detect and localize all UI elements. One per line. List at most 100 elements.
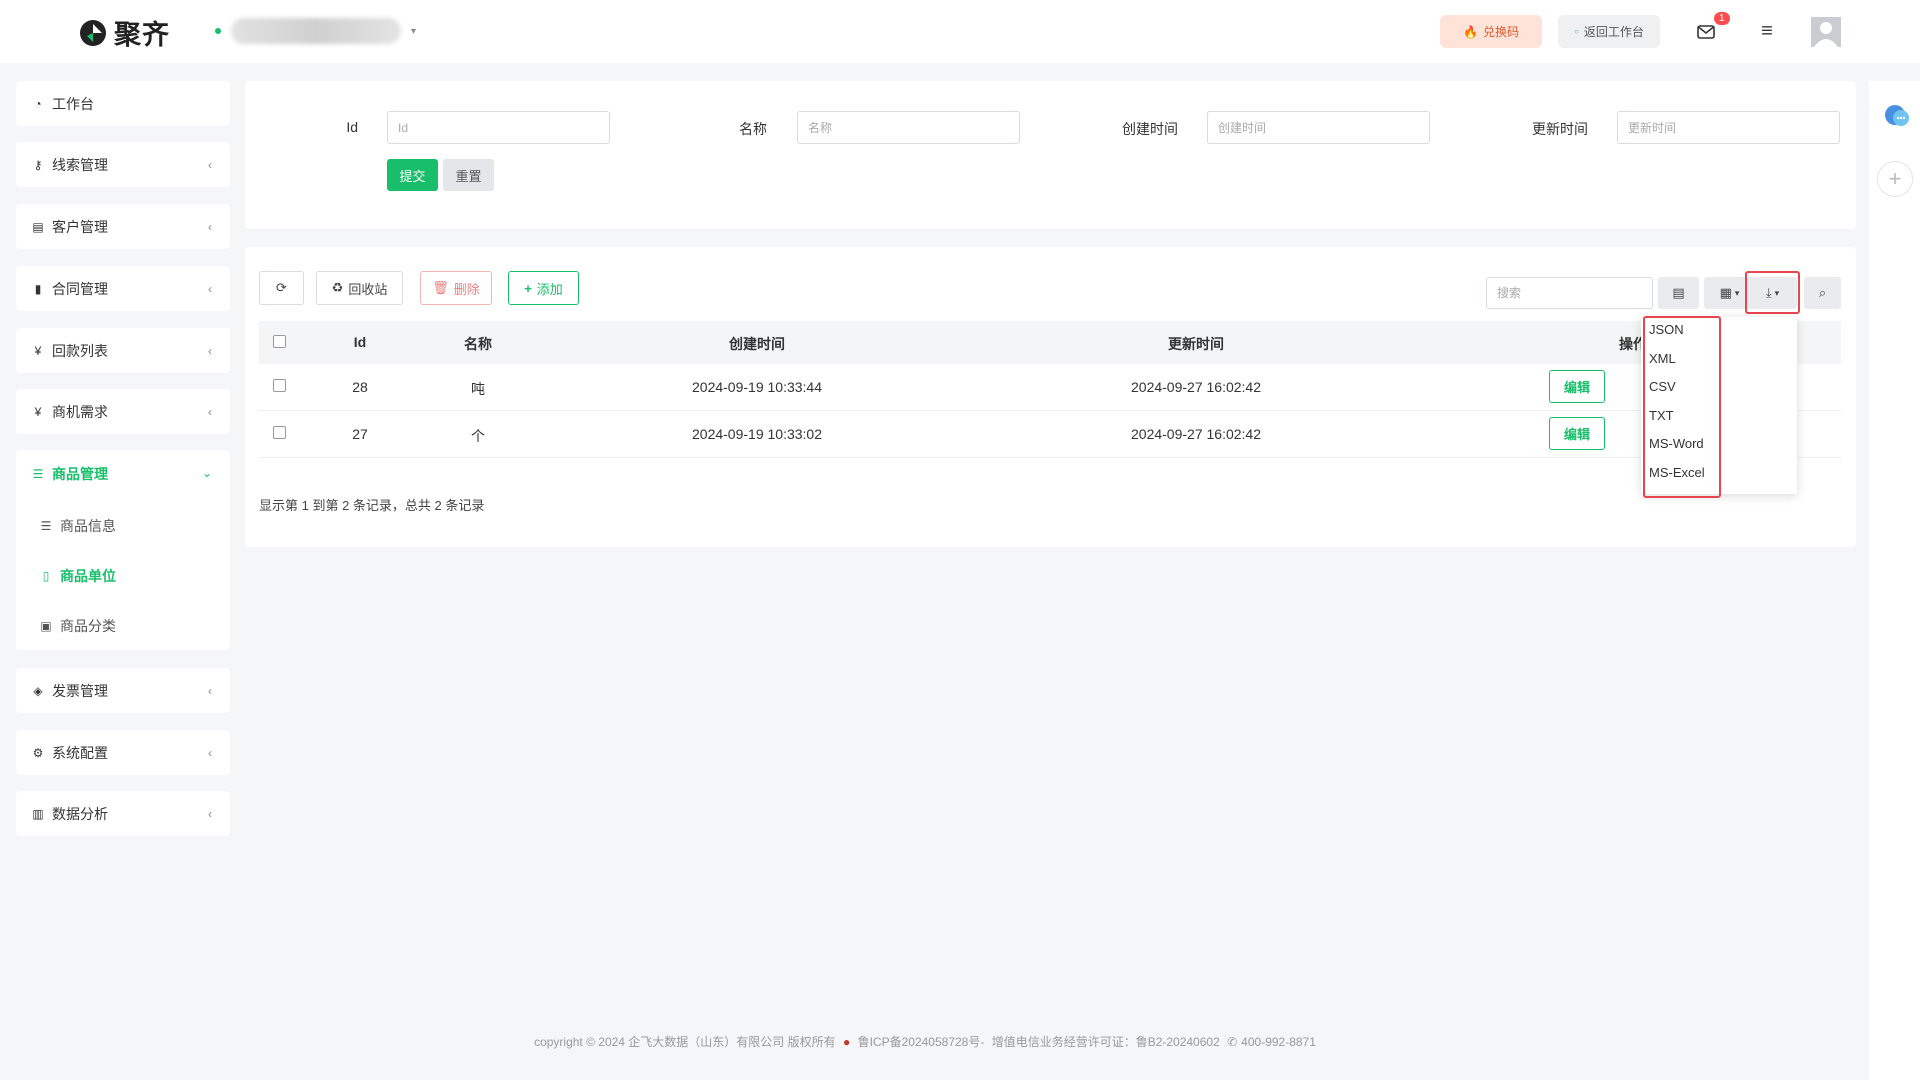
filter-id-input[interactable] [387, 111, 610, 144]
plus-icon: + [524, 280, 532, 296]
sidebar-item-analytics[interactable]: ▥ 数据分析 ‹ [16, 791, 230, 836]
submit-button[interactable]: 提交 [387, 159, 438, 191]
cell-id: 27 [352, 426, 368, 442]
sidebar-subitem-product-info[interactable]: ☰ 商品信息 [38, 516, 116, 536]
export-button[interactable]: ⤓ ▾ [1748, 277, 1797, 309]
top-header: 聚齐 ▾ 🔥 兑换码 ○ 返回工作台 1 ≡ [0, 0, 1920, 63]
edit-button[interactable]: 编辑 [1549, 370, 1605, 403]
chevron-left-icon: ‹ [208, 806, 212, 821]
export-option-json[interactable]: JSON [1649, 322, 1684, 337]
cell-id: 28 [352, 379, 368, 395]
mail-icon [1697, 24, 1715, 39]
delete-button[interactable]: 🗑 删除 [420, 271, 492, 305]
filter-updated-input[interactable] [1617, 111, 1840, 144]
dot-icon: ○ [1574, 27, 1579, 36]
chevron-left-icon: ‹ [208, 219, 212, 234]
sidebar-item-payments[interactable]: ¥ 回款列表 ‹ [16, 328, 230, 373]
bookmark-icon: ▮ [34, 281, 42, 296]
sidebar-item-label: 发票管理 [52, 682, 108, 699]
sidebar-item-opportunities[interactable]: ¥ 商机需求 ‹ [16, 389, 230, 434]
phone-icon: ✆ [1227, 1035, 1238, 1049]
row-checkbox[interactable] [273, 426, 286, 439]
column-header-name[interactable]: 名称 [464, 334, 492, 354]
add-widget-button[interactable]: + [1877, 161, 1913, 197]
refresh-button[interactable]: ⟳ [259, 271, 304, 305]
page-footer: copyright © 2024 企飞大数据（山东）有限公司 版权所有 ● 鲁I… [0, 1033, 1850, 1050]
sidebar-item-label: 线索管理 [52, 156, 108, 173]
list-icon: ☰ [40, 519, 52, 533]
sidebar-subitem-product-unit[interactable]: ▯ 商品单位 [38, 566, 116, 586]
column-header-created[interactable]: 创建时间 [729, 334, 785, 354]
police-badge-icon: ● [843, 1035, 851, 1049]
sidebar-item-contracts[interactable]: ▮ 合同管理 ‹ [16, 266, 230, 311]
chevron-left-icon: ‹ [208, 745, 212, 760]
chat-icon[interactable] [1883, 104, 1911, 128]
column-header-updated[interactable]: 更新时间 [1168, 334, 1224, 354]
workspace-selector[interactable]: ▾ [215, 18, 416, 44]
advanced-search-button[interactable]: ⌕ [1804, 277, 1841, 309]
document-icon: ▯ [42, 569, 50, 583]
sidebar-subitem-label: 商品分类 [60, 618, 116, 634]
list-view-icon: ▤ [1672, 285, 1685, 300]
refresh-icon: ⟳ [276, 280, 287, 295]
cell-updated: 2024-09-27 16:02:42 [1131, 426, 1261, 442]
sidebar-item-leads[interactable]: ⚷ 线索管理 ‹ [16, 142, 230, 187]
list-icon: ☰ [32, 467, 44, 481]
chevron-left-icon: ‹ [208, 683, 212, 698]
recycle-bin-button[interactable]: ♻ 回收站 [316, 271, 403, 305]
hamburger-icon: ≡ [1761, 20, 1773, 42]
reset-button[interactable]: 重置 [443, 159, 494, 191]
sidebar-item-label: 系统配置 [52, 744, 108, 761]
toggle-view-button[interactable]: ▤ [1658, 277, 1699, 309]
app-logo[interactable]: 聚齐 [78, 13, 170, 52]
yen-icon: ¥ [34, 343, 42, 358]
caret-down-icon: ▾ [411, 25, 417, 37]
mail-badge: 1 [1714, 12, 1730, 25]
dashboard-icon: ◔ [34, 96, 42, 111]
mail-button[interactable]: 1 [1691, 12, 1730, 48]
select-all-checkbox[interactable] [273, 335, 286, 348]
filter-name-input[interactable] [797, 111, 1020, 144]
table-row: 28 吨 2024-09-19 10:33:44 2024-09-27 16:0… [259, 364, 1841, 411]
sidebar-subitem-label: 商品单位 [60, 568, 116, 584]
sidebar-subitem-product-category[interactable]: ▣ 商品分类 [38, 616, 116, 636]
key-icon: ⚷ [33, 157, 43, 172]
sidebar-item-invoices[interactable]: ◈ 发票管理 ‹ [16, 668, 230, 713]
export-option-xml[interactable]: XML [1649, 351, 1676, 366]
export-option-csv[interactable]: CSV [1649, 379, 1676, 394]
filter-label-updated: 更新时间 [1532, 121, 1588, 137]
sidebar-group-products: ☰ 商品管理 ⌄ ☰ 商品信息 ▯ 商品单位 ▣ 商品分类 [16, 450, 230, 650]
sidebar-item-workbench[interactable]: ◔ 工作台 [16, 81, 230, 126]
sidebar-item-settings[interactable]: ⚙ 系统配置 ‹ [16, 730, 230, 775]
caret-down-icon: ▾ [1774, 287, 1780, 298]
avatar[interactable] [1811, 17, 1841, 47]
footer-license: 增值电信业务经营许可证：鲁B2-20240602 [991, 1035, 1220, 1049]
search-icon: ⌕ [1818, 285, 1827, 300]
gears-icon: ⚙ [32, 745, 44, 760]
row-checkbox[interactable] [273, 379, 286, 392]
edit-button[interactable]: 编辑 [1549, 417, 1605, 450]
export-option-excel[interactable]: MS-Excel [1649, 465, 1705, 480]
table-panel: ⟳ ♻ 回收站 🗑 删除 + 添加 ▤ ▦ ▾ ⤓ ▾ ⌕ Id 名称 创建时间… [245, 247, 1856, 547]
back-to-workbench-button[interactable]: ○ 返回工作台 [1558, 15, 1660, 48]
export-option-word[interactable]: MS-Word [1649, 436, 1704, 451]
column-header-id[interactable]: Id [354, 334, 366, 350]
export-dropdown-menu: JSON XML CSV TXT MS-Word MS-Excel [1641, 317, 1797, 494]
table-header: Id 名称 创建时间 更新时间 操作 [259, 321, 1841, 364]
sidebar-group-label: 商品管理 [52, 466, 108, 482]
sidebar-item-customers[interactable]: ▤ 客户管理 ‹ [16, 204, 230, 249]
sidebar-group-header[interactable]: ☰ 商品管理 [30, 464, 108, 484]
table-search-input[interactable] [1486, 277, 1653, 309]
cell-created: 2024-09-19 10:33:44 [692, 379, 822, 395]
filter-created-input[interactable] [1207, 111, 1430, 144]
recycle-label: 回收站 [348, 281, 388, 297]
redeem-code-button[interactable]: 🔥 兑换码 [1440, 15, 1542, 48]
plus-icon: + [1888, 166, 1902, 191]
grid-icon: ▦ [1719, 285, 1732, 300]
footer-icp-link[interactable]: 鲁ICP备2024058728号- [858, 1035, 985, 1049]
add-button[interactable]: + 添加 [508, 271, 579, 305]
export-option-txt[interactable]: TXT [1649, 408, 1674, 423]
menu-button[interactable]: ≡ [1752, 15, 1782, 48]
delete-label: 删除 [453, 281, 480, 297]
chevron-left-icon: ‹ [208, 404, 212, 419]
